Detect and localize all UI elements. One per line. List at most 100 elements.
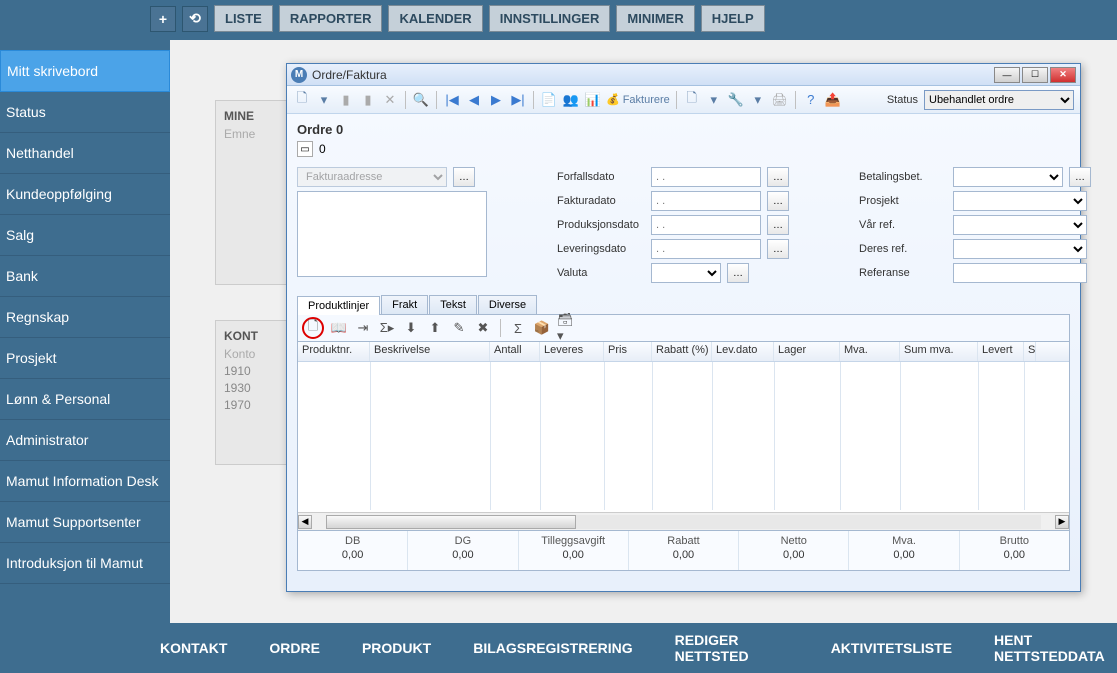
produksjonsdato-btn[interactable]: … (767, 215, 789, 235)
add-button[interactable]: + (150, 6, 176, 32)
horizontal-scrollbar[interactable]: ◀ ▶ (298, 512, 1069, 530)
help-icon[interactable]: ? (802, 91, 820, 109)
top-btn-kalender[interactable]: KALENDER (388, 5, 482, 32)
minimize-button[interactable]: — (994, 67, 1020, 83)
valuta-select[interactable] (651, 263, 721, 283)
top-btn-innstillinger[interactable]: INNSTILLINGER (489, 5, 611, 32)
delete-line-icon[interactable]: ✖ (474, 319, 492, 337)
betalingsbet-btn[interactable]: … (1069, 167, 1091, 187)
table-body[interactable] (298, 362, 1069, 510)
column-header[interactable]: Leveres (540, 342, 604, 361)
betalingsbet-select[interactable] (953, 167, 1063, 187)
column-header[interactable]: Beskrivelse (370, 342, 490, 361)
prev-icon[interactable]: ◀ (465, 91, 483, 109)
dropdown-icon[interactable]: ▾ (315, 91, 333, 109)
column-header[interactable]: Lev.dato (712, 342, 774, 361)
bottom-kontakt[interactable]: KONTAKT (160, 640, 227, 656)
copy-icon[interactable]: 📄 (540, 91, 558, 109)
column-header[interactable]: Rabatt (%) (652, 342, 712, 361)
bottom-bilag[interactable]: BILAGSREGISTRERING (473, 640, 632, 656)
titlebar[interactable]: M Ordre/Faktura — ☐ ✕ (287, 64, 1080, 86)
address-textarea[interactable] (297, 191, 487, 277)
bottom-ordre[interactable]: ORDRE (269, 640, 320, 656)
next-icon[interactable]: ▶ (487, 91, 505, 109)
column-header[interactable]: S (1024, 342, 1036, 361)
up-icon[interactable]: ⬆ (426, 319, 444, 337)
sidebar-item-infodesk[interactable]: Mamut Information Desk (0, 461, 170, 502)
print-icon[interactable]: 🖨 (771, 91, 789, 109)
column-header[interactable]: Sum mva. (900, 342, 978, 361)
sidebar-item-support[interactable]: Mamut Supportsenter (0, 502, 170, 543)
top-btn-rapporter[interactable]: RAPPORTER (279, 5, 383, 32)
bottom-produkt[interactable]: PRODUKT (362, 640, 431, 656)
top-btn-liste[interactable]: LISTE (214, 5, 273, 32)
last-icon[interactable]: ▶| (509, 91, 527, 109)
column-header[interactable]: Produktnr. (298, 342, 370, 361)
top-btn-hjelp[interactable]: HJELP (701, 5, 765, 32)
maximize-button[interactable]: ☐ (1022, 67, 1048, 83)
folder-icon[interactable]: ▮ (337, 91, 355, 109)
forfallsdato-input[interactable] (651, 167, 761, 187)
sidebar-item-regnskap[interactable]: Regnskap (0, 297, 170, 338)
scroll-left-button[interactable]: ◀ (298, 515, 312, 529)
bottom-rediger[interactable]: REDIGER NETTSTED (675, 632, 789, 664)
sidebar-item-netthandel[interactable]: Netthandel (0, 133, 170, 174)
search-icon[interactable]: 🔍 (412, 91, 430, 109)
scroll-right-button[interactable]: ▶ (1055, 515, 1069, 529)
exit-icon[interactable]: 📤 (824, 91, 842, 109)
indent-icon[interactable]: ⇥ (354, 319, 372, 337)
book-icon[interactable]: 📖 (330, 319, 348, 337)
deres-ref-select[interactable] (953, 239, 1087, 259)
first-icon[interactable]: |◀ (443, 91, 461, 109)
referanse-input[interactable] (953, 263, 1087, 283)
sidebar-item-skrivebord[interactable]: Mitt skrivebord (0, 50, 170, 92)
column-header[interactable]: Lager (774, 342, 840, 361)
var-ref-select[interactable] (953, 215, 1087, 235)
sidebar-item-administrator[interactable]: Administrator (0, 420, 170, 461)
column-header[interactable]: Levert (978, 342, 1024, 361)
fakturadato-input[interactable] (651, 191, 761, 211)
tab-produktlinjer[interactable]: Produktlinjer (297, 296, 380, 315)
bottom-aktivitet[interactable]: AKTIVITETSLISTE (831, 640, 952, 656)
produksjonsdato-input[interactable] (651, 215, 761, 235)
leveringsdato-input[interactable] (651, 239, 761, 259)
leveringsdato-btn[interactable]: … (767, 239, 789, 259)
down-icon[interactable]: ⬇ (402, 319, 420, 337)
new-line-icon[interactable]: 🗋 (302, 317, 324, 339)
sidebar-item-status[interactable]: Status (0, 92, 170, 133)
address-select[interactable]: Fakturaadresse (297, 167, 447, 187)
tool-icon[interactable]: 🔧 (727, 91, 745, 109)
valuta-btn[interactable]: … (727, 263, 749, 283)
dropdown2-icon[interactable]: ▾ (705, 91, 723, 109)
top-btn-minimer[interactable]: MINIMER (616, 5, 694, 32)
new2-icon[interactable]: 🗋 (683, 91, 701, 109)
scroll-thumb[interactable] (326, 515, 576, 529)
tab-frakt[interactable]: Frakt (381, 295, 428, 314)
dropdown3-icon[interactable]: ▾ (749, 91, 767, 109)
card-icon[interactable]: ▭ (297, 141, 313, 157)
fakturere-button[interactable]: 💰Fakturere (606, 93, 670, 106)
chart-icon[interactable]: 📊 (584, 91, 602, 109)
sidebar-item-salg[interactable]: Salg (0, 215, 170, 256)
box-dropdown-icon[interactable]: 🗃▾ (557, 319, 575, 337)
close-button[interactable]: ✕ (1050, 67, 1076, 83)
refresh-button[interactable]: ⟲ (182, 6, 208, 32)
sum-icon[interactable]: Σ▸ (378, 319, 396, 337)
org-icon[interactable]: 👥 (562, 91, 580, 109)
bottom-hent[interactable]: HENT NETTSTEDDATA (994, 632, 1117, 664)
column-header[interactable]: Antall (490, 342, 540, 361)
edit-icon[interactable]: ✎ (450, 319, 468, 337)
status-select[interactable]: Ubehandlet ordre (924, 90, 1074, 110)
package-icon[interactable]: 📦 (533, 319, 551, 337)
prosjekt-select[interactable] (953, 191, 1087, 211)
new-icon[interactable]: 🗋 (293, 91, 311, 109)
sidebar-item-prosjekt[interactable]: Prosjekt (0, 338, 170, 379)
sidebar-item-bank[interactable]: Bank (0, 256, 170, 297)
save-icon[interactable]: ▮ (359, 91, 377, 109)
column-header[interactable]: Pris (604, 342, 652, 361)
sidebar-item-kundeoppfolging[interactable]: Kundeoppfølging (0, 174, 170, 215)
sidebar-item-intro[interactable]: Introduksjon til Mamut (0, 543, 170, 584)
tab-diverse[interactable]: Diverse (478, 295, 537, 314)
sigma-icon[interactable]: Σ (509, 319, 527, 337)
sidebar-item-lonn[interactable]: Lønn & Personal (0, 379, 170, 420)
